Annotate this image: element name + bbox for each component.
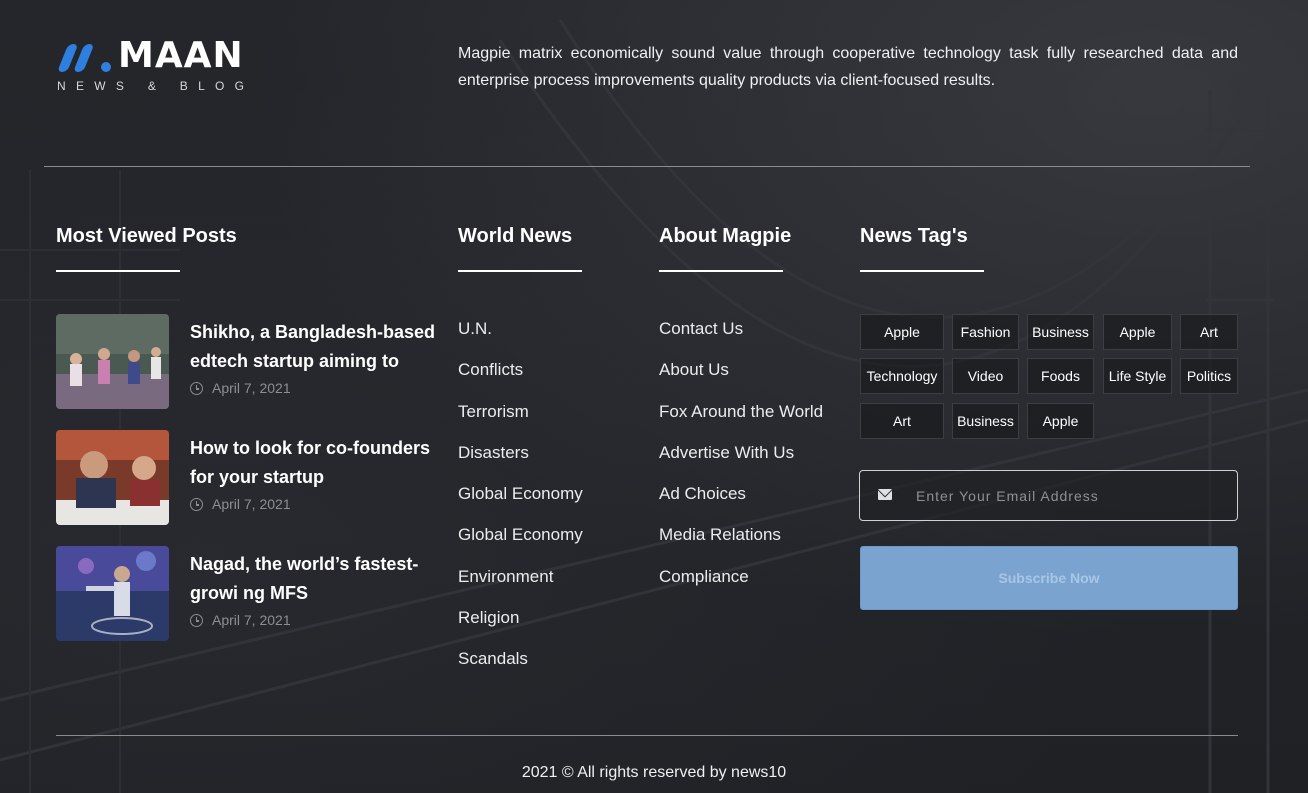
- brand-tagline: NEWS & BLOG: [57, 79, 255, 93]
- world-news-underline: [458, 270, 582, 272]
- clock-icon: [190, 382, 203, 395]
- envelope-icon: [878, 489, 892, 500]
- footer-intro-text: Magpie matrix economically sound value t…: [458, 45, 1238, 89]
- post-item[interactable]: How to look for co-founders for your sta…: [56, 430, 436, 526]
- subscribe-button[interactable]: Subscribe Now: [860, 546, 1238, 610]
- world-news-link[interactable]: U.N.: [458, 318, 583, 359]
- tag-button[interactable]: Foods: [1027, 358, 1094, 394]
- clock-icon: [190, 614, 203, 627]
- brand-logo[interactable]: MAAN NEWS & BLOG: [56, 36, 256, 96]
- post-date: April 7, 2021: [190, 380, 291, 396]
- about-link[interactable]: Compliance: [659, 566, 823, 607]
- about-link[interactable]: Fox Around the World: [659, 401, 823, 442]
- brand-name: MAAN: [118, 35, 244, 76]
- most-viewed-heading: Most Viewed Posts: [56, 225, 237, 247]
- post-thumbnail[interactable]: [56, 546, 169, 641]
- tag-button[interactable]: Life Style: [1103, 358, 1172, 394]
- about-link[interactable]: Media Relations: [659, 524, 823, 565]
- most-viewed-underline: [56, 270, 180, 272]
- about-link[interactable]: Ad Choices: [659, 483, 823, 524]
- about-link[interactable]: Advertise With Us: [659, 442, 823, 483]
- bottom-divider: [56, 735, 1238, 736]
- tag-button[interactable]: Politics: [1180, 358, 1238, 394]
- post-date: April 7, 2021: [190, 496, 291, 512]
- news-tags-heading: News Tag's: [860, 225, 968, 247]
- about-list: Contact Us About Us Fox Around the World…: [659, 318, 823, 607]
- world-news-link[interactable]: Environment: [458, 566, 583, 607]
- post-date-text: April 7, 2021: [212, 496, 291, 512]
- tag-button[interactable]: Apple: [1027, 403, 1094, 439]
- tag-button[interactable]: Art: [860, 403, 944, 439]
- world-news-link[interactable]: Religion: [458, 607, 583, 648]
- post-item[interactable]: Shikho, a Bangladesh-based edtech startu…: [56, 314, 436, 410]
- top-divider: [44, 166, 1250, 167]
- post-date-text: April 7, 2021: [212, 612, 291, 628]
- news-tags-underline: [860, 270, 984, 272]
- clock-icon: [190, 498, 203, 511]
- copyright-text: 2021 © All rights reserved by news10: [521, 764, 787, 781]
- about-link[interactable]: Contact Us: [659, 318, 823, 359]
- world-news-link[interactable]: Terrorism: [458, 401, 583, 442]
- post-thumbnail[interactable]: [56, 314, 169, 409]
- post-date: April 7, 2021: [190, 612, 291, 628]
- world-news-link[interactable]: Scandals: [458, 648, 583, 689]
- world-news-list: U.N. Conflicts Terrorism Disasters Globa…: [458, 318, 583, 689]
- post-title[interactable]: Nagad, the world’s fastest-growi ng MFS: [190, 550, 440, 608]
- brand-mark-icon: [58, 44, 111, 72]
- email-input[interactable]: [916, 484, 1216, 508]
- post-thumbnail[interactable]: [56, 430, 169, 525]
- world-news-heading: World News: [458, 225, 573, 247]
- tag-button[interactable]: Business: [952, 403, 1019, 439]
- tag-button[interactable]: Apple: [1103, 314, 1172, 350]
- world-news-link[interactable]: Global Economy: [458, 483, 583, 524]
- about-underline: [659, 270, 783, 272]
- post-date-text: April 7, 2021: [212, 380, 291, 396]
- newsletter-email-field[interactable]: [859, 470, 1238, 521]
- world-news-link[interactable]: Disasters: [458, 442, 583, 483]
- tag-button[interactable]: Business: [1027, 314, 1094, 350]
- tag-button[interactable]: Art: [1180, 314, 1238, 350]
- tag-button[interactable]: Fashion: [952, 314, 1019, 350]
- post-title[interactable]: How to look for co-founders for your sta…: [190, 434, 440, 492]
- about-heading: About Magpie: [659, 225, 792, 247]
- world-news-link[interactable]: Conflicts: [458, 359, 583, 400]
- post-item[interactable]: Nagad, the world’s fastest-growi ng MFS …: [56, 546, 436, 642]
- tag-button[interactable]: Video: [952, 358, 1019, 394]
- tag-button[interactable]: Technology: [860, 358, 944, 394]
- tag-button[interactable]: Apple: [860, 314, 944, 350]
- about-link[interactable]: About Us: [659, 359, 823, 400]
- post-title[interactable]: Shikho, a Bangladesh-based edtech startu…: [190, 318, 440, 376]
- world-news-link[interactable]: Global Economy: [458, 524, 583, 565]
